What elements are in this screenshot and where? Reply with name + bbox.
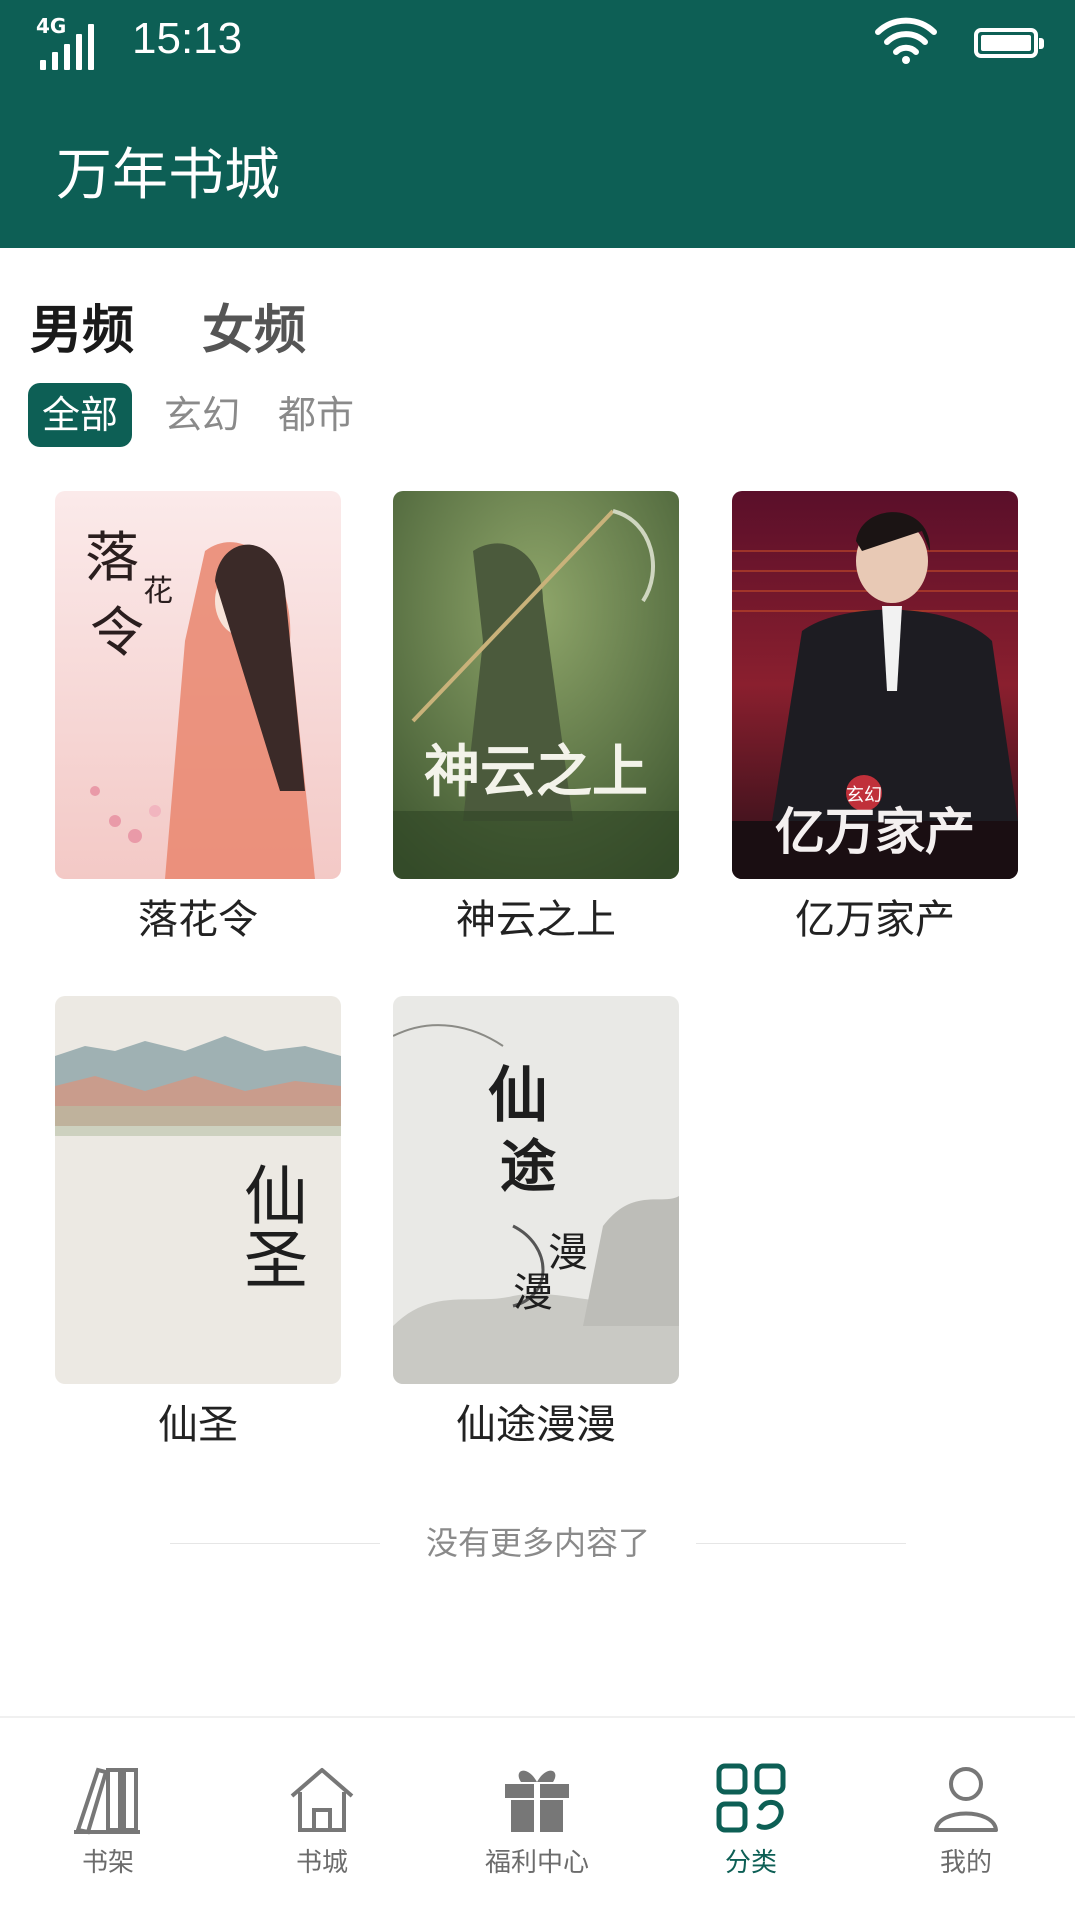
category-icon [716,1763,786,1833]
book-cover[interactable]: 仙圣 [55,996,341,1384]
cover-title-text: 神云之上 [424,739,648,805]
gift-icon [505,1770,569,1832]
signal-icon: 4G [36,14,96,70]
book-title[interactable]: 仙圣 [55,1392,341,1450]
network-type: 4G [36,14,67,38]
end-message: 没有更多内容了 [425,1524,650,1562]
category-chip-all[interactable]: 全部 [28,383,132,447]
book-card[interactable]: 玄幻 亿万家产 亿万家产 [732,491,1018,945]
nav-label: 书架 [81,1848,134,1878]
nav-label: 书城 [295,1848,348,1878]
nav-welfare-center[interactable]: 福利中心 [437,1758,637,1879]
cover-title-text: 仙圣 [233,1162,307,1290]
book-title[interactable]: 仙途漫漫 [393,1392,679,1450]
cover-title-char: 仙 [488,1061,548,1131]
book-title[interactable]: 亿万家产 [732,887,1018,945]
svg-text:令: 令 [90,601,144,664]
category-chip-xuanhuan[interactable]: 玄幻 [164,383,240,447]
book-cover[interactable]: 仙 途 漫 漫 [393,996,679,1384]
app-bar: 万年书城 [0,82,1075,248]
book-card[interactable]: 落 花 令 落花令 [55,491,341,945]
cover-title-text: 亿万家产 [775,802,975,861]
battery-icon [974,28,1044,58]
svg-text:漫: 漫 [513,1270,553,1316]
book-card[interactable]: 仙圣 仙圣 [55,996,341,1450]
book-card[interactable]: 神云之上 神云之上 [393,491,679,945]
nav-category[interactable]: 分类 [651,1758,851,1879]
book-cover[interactable]: 玄幻 亿万家产 [732,491,1018,879]
nav-bookstore[interactable]: 书城 [222,1758,422,1879]
bookshelf-icon [74,1767,140,1835]
nav-label: 分类 [724,1848,777,1878]
nav-profile[interactable]: 我的 [866,1758,1066,1879]
bottom-nav: 书架 书城 福利中心 分类 我的 [0,1716,1075,1915]
book-cover[interactable]: 落 花 令 [55,491,341,879]
tab-female[interactable]: 女频 [202,288,306,363]
tab-male[interactable]: 男频 [30,288,134,363]
book-card[interactable]: 仙 途 漫 漫 仙途漫漫 [393,996,679,1450]
svg-text:花: 花 [143,574,173,609]
status-time: 15:13 [132,14,243,63]
status-bar: 4G 15:13 [0,0,1075,82]
book-cover[interactable]: 神云之上 [393,491,679,879]
cover-title-char: 落 [85,526,139,589]
book-title[interactable]: 落花令 [55,887,341,945]
svg-text:漫: 漫 [548,1230,588,1276]
category-chip-dushi[interactable]: 都市 [278,383,354,447]
nav-bookshelf[interactable]: 书架 [8,1758,208,1879]
end-of-list: 没有更多内容了 [170,1518,906,1568]
divider [696,1543,906,1544]
svg-text:途: 途 [500,1134,556,1200]
user-icon [934,1767,998,1832]
wifi-icon [874,16,938,66]
home-icon [290,1768,354,1832]
nav-label: 我的 [939,1848,992,1878]
nav-label: 福利中心 [484,1848,589,1878]
app-title: 万年书城 [56,143,280,208]
book-title[interactable]: 神云之上 [393,887,679,945]
